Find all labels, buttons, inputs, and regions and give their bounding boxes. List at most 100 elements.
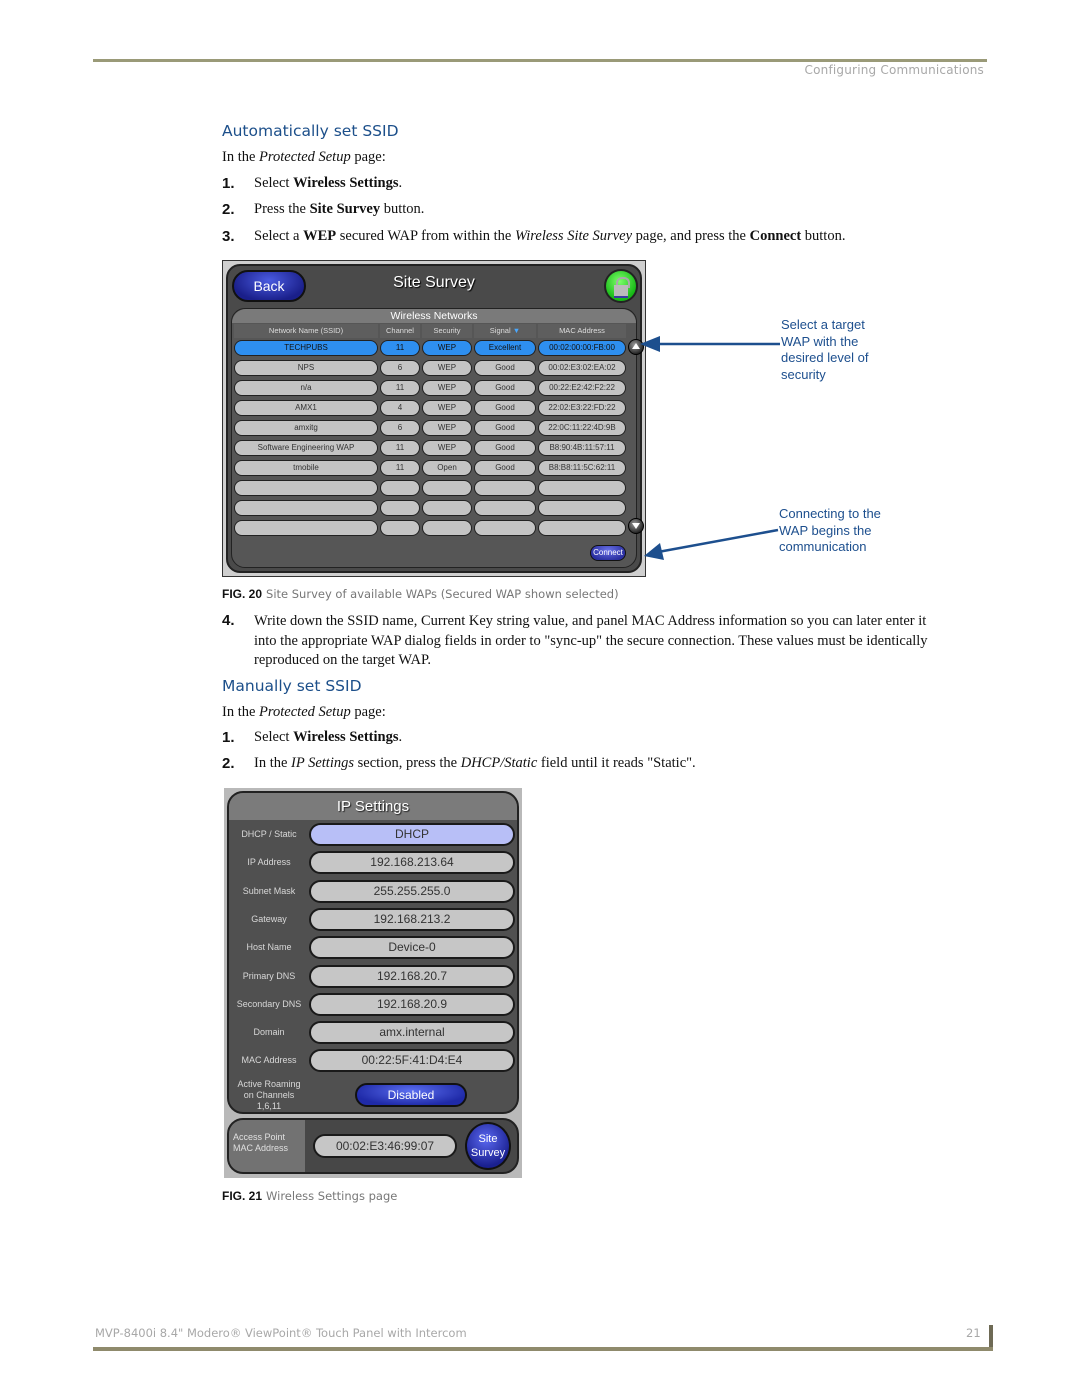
step-number: 3. [222, 228, 235, 245]
ip-field-value[interactable]: 00:22:5F:41:D4:E4 [309, 1049, 515, 1073]
ip-field-label: MAC Address [241, 1055, 297, 1066]
ssid-cell[interactable]: TECHPUBS [234, 340, 378, 356]
signal-cell[interactable]: Good [474, 360, 536, 376]
channel-cell[interactable]: 11 [380, 460, 420, 476]
ssid-cell[interactable]: NPS [234, 360, 378, 376]
fig21-caption: FIG. 21 Wireless Settings page [222, 1189, 397, 1203]
lock-icon[interactable] [604, 269, 638, 303]
ssid-cell[interactable] [234, 500, 378, 516]
channel-cell[interactable] [380, 480, 420, 496]
ip-field-value[interactable]: 192.168.213.64 [309, 851, 515, 875]
signal-cell[interactable] [474, 520, 536, 536]
step-number: 1. [222, 175, 235, 192]
channel-cell[interactable] [380, 500, 420, 516]
active-roaming-toggle[interactable]: Disabled [355, 1083, 467, 1107]
page-term: IP Settings [291, 755, 355, 771]
step-text: Select Wireless Settings. [254, 729, 402, 746]
channel-cell[interactable]: 11 [380, 340, 420, 356]
signal-cell[interactable]: Good [474, 440, 536, 456]
ssid-cell[interactable]: Software Engineering WAP [234, 440, 378, 456]
col-header-channel: Channel [380, 324, 420, 338]
security-cell[interactable]: WEP [422, 400, 472, 416]
fig20-caption: FIG. 20 Site Survey of available WAPs (Se… [222, 587, 619, 601]
ssid-cell[interactable]: AMX1 [234, 400, 378, 416]
ui-term: Connect [749, 228, 802, 244]
channel-cell[interactable]: 6 [380, 360, 420, 376]
step-text: Write down the SSID name, Current Key st… [254, 612, 928, 671]
channel-cell[interactable]: 11 [380, 380, 420, 396]
ip-field-label: IP Address [247, 857, 291, 868]
ip-field-label: Host Name [246, 942, 292, 953]
signal-cell[interactable]: Good [474, 380, 536, 396]
signal-cell[interactable]: Good [474, 460, 536, 476]
security-cell[interactable]: Open [422, 460, 472, 476]
ap-mac-field[interactable]: 00:02:E3:46:99:07 [313, 1134, 457, 1158]
security-cell[interactable] [422, 480, 472, 496]
arrow-head-select [640, 336, 660, 352]
access-point-panel: Access Point MAC Address 00:02:E3:46:99:… [227, 1118, 519, 1174]
ssid-cell[interactable]: n/a [234, 380, 378, 396]
text: button. [801, 228, 846, 244]
ap-label: Access Point MAC Address [233, 1132, 303, 1154]
ip-field-label: Primary DNS [242, 970, 296, 981]
site-survey-button[interactable]: Site Survey [465, 1122, 511, 1170]
col-header-security: Security [422, 324, 472, 338]
ip-settings-screenshot: IP Settings DHCP / Static DHCP IP Address 1… [224, 788, 522, 1178]
ui-term: WEP [303, 228, 337, 244]
ip-field-value[interactable]: Device-0 [309, 936, 515, 960]
mac-cell[interactable]: 00:02:E3:02:EA:02 [538, 360, 626, 376]
ssid-cell[interactable]: tmobile [234, 460, 378, 476]
step-text: Press the Site Survey button. [254, 201, 424, 218]
mac-cell[interactable] [538, 480, 626, 496]
security-cell[interactable]: WEP [422, 360, 472, 376]
security-cell[interactable]: WEP [422, 380, 472, 396]
signal-cell[interactable]: Good [474, 420, 536, 436]
auto-intro: In the Protected Setup page: [222, 148, 386, 168]
channel-cell[interactable] [380, 520, 420, 536]
mac-cell[interactable]: 00:02:00:00:FB:00 [538, 340, 626, 356]
mac-cell[interactable]: 22:0C:11:22:4D:9B [538, 420, 626, 436]
col-header-mac: MAC Address [538, 324, 626, 338]
ssid-cell[interactable] [234, 480, 378, 496]
ip-field-value[interactable]: amx.internal [309, 1021, 515, 1045]
callout-connecting: Connecting to the WAP begins the communi… [779, 506, 881, 556]
connect-button[interactable]: Connect [590, 545, 626, 561]
security-cell[interactable] [422, 520, 472, 536]
mac-cell[interactable]: 00:22:E2:42:F2:22 [538, 380, 626, 396]
mac-cell[interactable] [538, 520, 626, 536]
ssid-cell[interactable] [234, 520, 378, 536]
label-line: on Channels [243, 1090, 295, 1100]
sort-down-icon: ▼ [512, 326, 521, 335]
signal-cell[interactable]: Excellent [474, 340, 536, 356]
ip-field-value[interactable]: DHCP [309, 823, 515, 846]
security-cell[interactable]: WEP [422, 420, 472, 436]
security-cell[interactable]: WEP [422, 440, 472, 456]
ssid-cell[interactable]: amxitg [234, 420, 378, 436]
step-number: 4. [222, 612, 235, 629]
mac-cell[interactable]: B8:B8:11:5C:62:11 [538, 460, 626, 476]
ip-field-value[interactable]: 255.255.255.0 [309, 879, 515, 903]
channel-cell[interactable]: 6 [380, 420, 420, 436]
ip-field-value[interactable]: 192.168.20.9 [309, 992, 515, 1016]
ip-field-value[interactable]: 192.168.20.7 [309, 964, 515, 988]
signal-cell[interactable] [474, 500, 536, 516]
signal-cell[interactable] [474, 480, 536, 496]
mac-cell[interactable] [538, 500, 626, 516]
ip-field-value[interactable]: 192.168.213.2 [309, 907, 515, 931]
ui-term: Wireless Settings [293, 729, 399, 745]
callout-line: security [781, 366, 826, 382]
ip-field-label: DHCP / Static [241, 829, 297, 839]
channel-cell[interactable]: 4 [380, 400, 420, 416]
channel-cell[interactable]: 11 [380, 440, 420, 456]
col-header-signal[interactable]: Signal ▼ [474, 324, 536, 338]
callout-line: Select a target [781, 317, 865, 332]
security-cell[interactable] [422, 500, 472, 516]
text: Select a [254, 228, 304, 244]
mac-cell[interactable]: B8:90:4B:11:57:11 [538, 440, 626, 456]
security-cell[interactable]: WEP [422, 340, 472, 356]
ip-settings-panel: IP Settings DHCP / Static DHCP IP Address 1… [227, 791, 519, 1114]
figure-text: Site Survey of available WAPs (Secured W… [266, 587, 619, 601]
signal-cell[interactable]: Good [474, 400, 536, 416]
heading-manual-ssid: Manually set SSID [222, 677, 362, 695]
mac-cell[interactable]: 22:02:E3:22:FD:22 [538, 400, 626, 416]
